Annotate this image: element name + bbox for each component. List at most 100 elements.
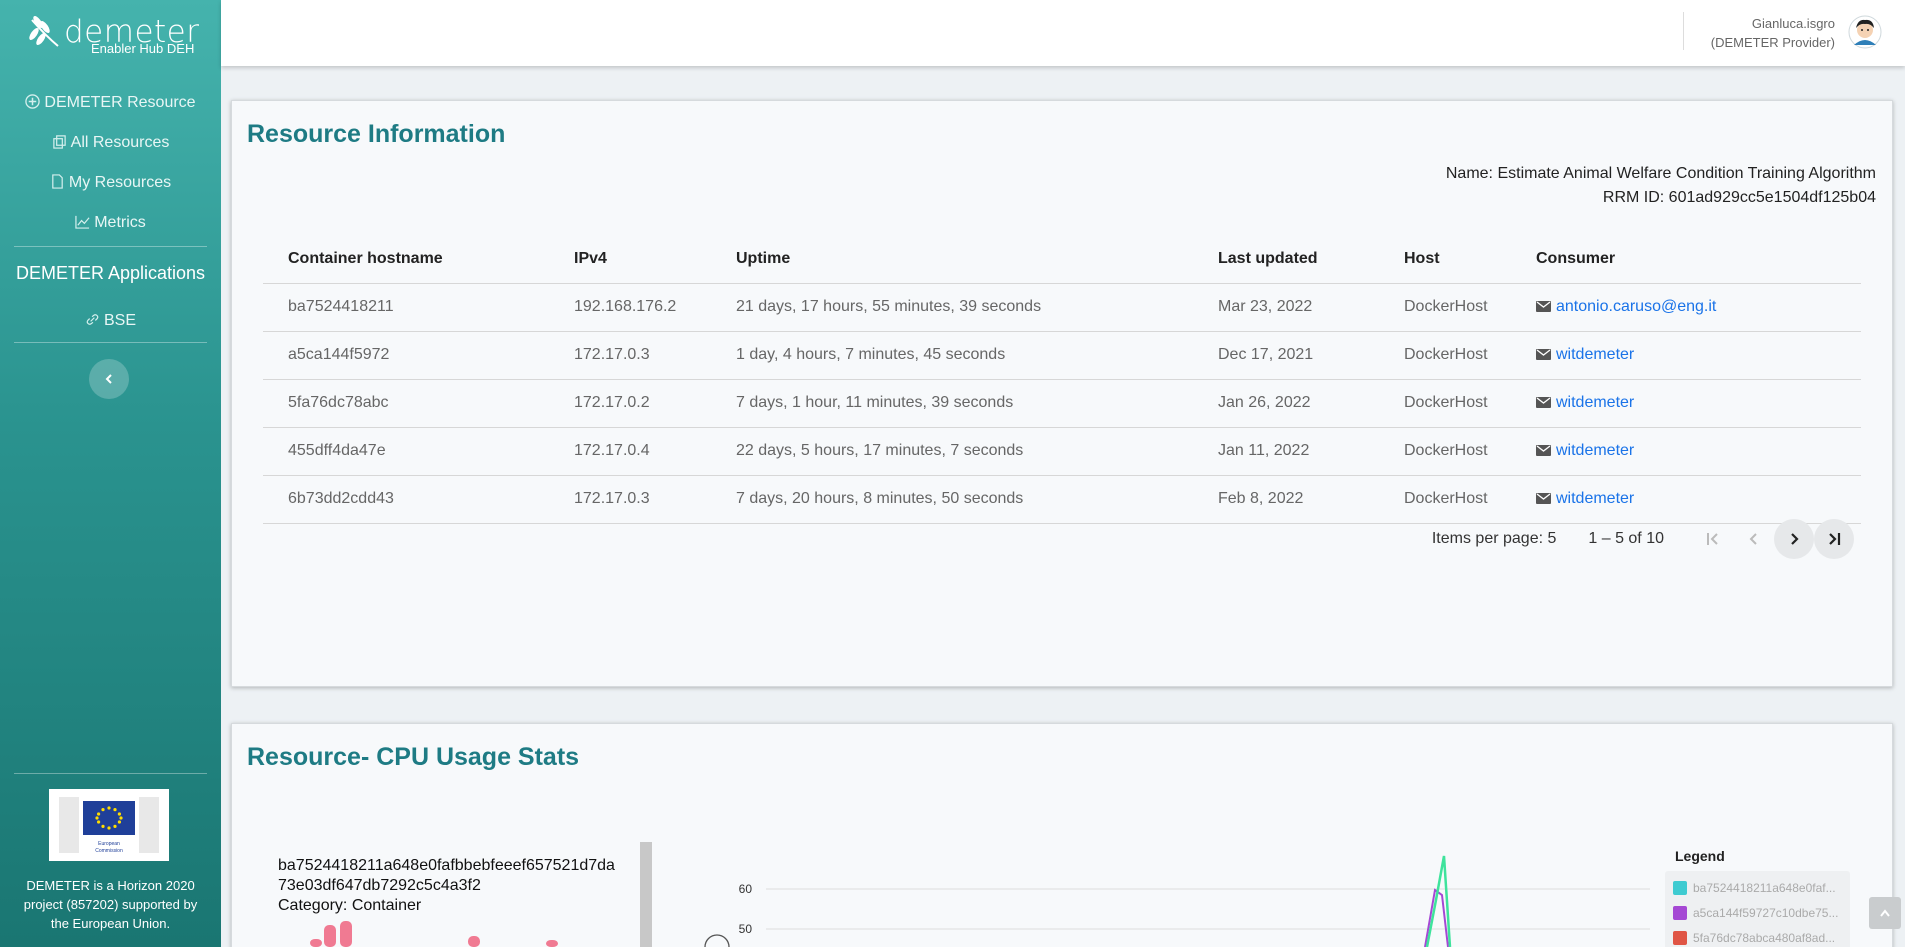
envelope-icon	[1536, 301, 1551, 312]
legend-swatch	[1673, 880, 1687, 895]
plus-circle-icon	[25, 94, 41, 109]
chart-scrollbar[interactable]	[640, 842, 652, 947]
cell-ipv4: 172.17.0.4	[549, 427, 711, 476]
chevron-left-icon	[1749, 533, 1757, 545]
mini-bar-chart	[468, 936, 558, 947]
consumer-link[interactable]: witdemeter	[1556, 346, 1634, 363]
resource-meta: Name: Estimate Animal Welfare Condition …	[1446, 162, 1876, 210]
legend-swatch	[1673, 905, 1687, 920]
brand-subtitle: Enabler Hub DEH	[91, 41, 195, 56]
cell-consumer: antonio.caruso@eng.it	[1511, 283, 1861, 332]
card-title: Resource Information	[247, 120, 506, 148]
containers-table: Container hostname IPv4 Uptime Last upda…	[263, 236, 1861, 524]
svg-text:Commission: Commission	[95, 848, 123, 854]
table-row: 5fa76dc78abc 172.17.0.2 7 days, 1 hour, 11…	[263, 379, 1861, 428]
copy-icon	[52, 135, 66, 149]
sidebar-item-metrics[interactable]: Metrics	[0, 214, 221, 232]
cell-consumer: witdemeter	[1511, 427, 1861, 476]
legend-item[interactable]: a5ca144f59727c10dbe75...	[1673, 900, 1842, 925]
column-header[interactable]: Consumer	[1511, 236, 1861, 284]
cell-host: DockerHost	[1379, 283, 1511, 332]
table-row: a5ca144f5972 172.17.0.3 1 day, 4 hours, 7 …	[263, 331, 1861, 380]
page-range: 1 – 5 of 10	[1588, 530, 1664, 547]
cell-ipv4: 172.17.0.3	[549, 475, 711, 524]
sidebar-item-bse[interactable]: BSE	[0, 312, 221, 330]
cell-last-updated: Jan 26, 2022	[1193, 379, 1379, 428]
column-header[interactable]: IPv4	[549, 236, 711, 284]
y-tick-label: 60	[739, 882, 753, 896]
chart-bar	[546, 940, 558, 947]
cell-uptime: 22 days, 5 hours, 17 minutes, 7 seconds	[711, 427, 1193, 476]
sidebar: demeter Enabler Hub DEH DEMETER Resource…	[0, 0, 221, 947]
paginator: Items per page: 5 1 – 5 of 10	[1432, 519, 1854, 559]
column-header[interactable]: Last updated	[1193, 236, 1379, 284]
cell-host: DockerHost	[1379, 475, 1511, 524]
scroll-to-top-button[interactable]	[1869, 897, 1901, 929]
table-header-row: Container hostname IPv4 Uptime Last upda…	[263, 236, 1861, 284]
cell-host: DockerHost	[1379, 331, 1511, 380]
legend-label: a5ca144f59727c10dbe75...	[1693, 905, 1839, 920]
chart-bar	[340, 921, 352, 947]
cell-last-updated: Mar 23, 2022	[1193, 283, 1379, 332]
table-row: 6b73dd2cdd43 172.17.0.3 7 days, 20 hours, …	[263, 475, 1861, 524]
chart-tooltip: ba7524418211a648e0fafbbebfeeef657521d7da…	[278, 856, 618, 916]
sidebar-item-all-resources[interactable]: All Resources	[0, 134, 221, 152]
envelope-icon	[1536, 349, 1551, 360]
table-row: 455dff4da47e 172.17.0.4 22 days, 5 hours, …	[263, 427, 1861, 476]
next-page-button[interactable]	[1774, 519, 1814, 559]
chart-legend: Legend ba7524418211a648e0faf... a5ca144f5…	[1665, 848, 1850, 947]
topbar-divider	[1683, 12, 1684, 50]
consumer-link[interactable]: witdemeter	[1556, 394, 1634, 411]
legend-title: Legend	[1675, 848, 1725, 864]
last-page-button[interactable]	[1814, 519, 1854, 559]
card-title: Resource- CPU Usage Stats	[247, 743, 580, 771]
consumer-link[interactable]: witdemeter	[1556, 442, 1634, 459]
envelope-icon	[1536, 493, 1551, 504]
sidebar-item-label: All Resources	[70, 134, 170, 151]
consumer-link[interactable]: witdemeter	[1556, 490, 1634, 507]
sidebar-divider	[14, 342, 207, 343]
chevron-right-icon	[1791, 533, 1799, 545]
sidebar-item-demeter-resource[interactable]: DEMETER Resource	[0, 94, 221, 112]
sidebar-section-demeter-applications[interactable]: DEMETER Applications	[0, 263, 221, 284]
cpu-line-chart: 60 50	[704, 855, 1650, 947]
column-header[interactable]: Host	[1379, 236, 1511, 284]
sidebar-divider	[14, 246, 207, 247]
cell-consumer: witdemeter	[1511, 331, 1861, 380]
user-role: (DEMETER Provider)	[1710, 35, 1835, 50]
legend-swatch	[1673, 930, 1687, 945]
collapse-sidebar-button[interactable]	[89, 359, 129, 399]
sidebar-item-label: Metrics	[94, 214, 146, 231]
tooltip-series-id: ba7524418211a648e0fafbbebfeeef657521d7da…	[278, 857, 615, 894]
legend-item[interactable]: 5fa76dc78abca480af8ad...	[1673, 925, 1842, 947]
sidebar-item-my-resources[interactable]: My Resources	[0, 174, 221, 192]
user-name: Gianluca.isgro	[1751, 16, 1835, 31]
consumer-link[interactable]: antonio.caruso@eng.it	[1556, 298, 1716, 315]
avatar[interactable]	[1848, 15, 1882, 49]
table-row: ba7524418211 192.168.176.2 21 days, 17 hou…	[263, 283, 1861, 332]
column-header[interactable]: Uptime	[711, 236, 1193, 284]
chart-bar	[324, 925, 336, 947]
items-per-page[interactable]: Items per page: 5	[1432, 530, 1557, 548]
wheat-leaf-icon	[29, 16, 59, 47]
last-page-icon	[1829, 533, 1841, 545]
tooltip-category: Category: Container	[278, 897, 422, 914]
column-header[interactable]: Container hostname	[263, 236, 549, 284]
link-icon	[86, 314, 99, 325]
top-bar: Gianluca.isgro (DEMETER Provider)	[221, 0, 1905, 66]
first-page-button[interactable]	[1694, 519, 1734, 559]
user-info[interactable]: Gianluca.isgro (DEMETER Provider)	[1711, 14, 1835, 52]
resource-rrm-id: RRM ID: 601ad929cc5e1504df125b04	[1602, 189, 1876, 206]
cell-consumer: witdemeter	[1511, 475, 1861, 524]
cell-hostname: a5ca144f5972	[263, 331, 549, 380]
cell-last-updated: Feb 8, 2022	[1193, 475, 1379, 524]
previous-page-button[interactable]	[1734, 519, 1774, 559]
envelope-icon	[1536, 397, 1551, 408]
cell-host: DockerHost	[1379, 379, 1511, 428]
mini-bar-chart	[310, 921, 352, 947]
cell-hostname: ba7524418211	[263, 283, 549, 332]
cell-host: DockerHost	[1379, 427, 1511, 476]
demeter-logo[interactable]: demeter Enabler Hub DEH	[28, 12, 199, 56]
cell-hostname: 5fa76dc78abc	[263, 379, 549, 428]
legend-item[interactable]: ba7524418211a648e0faf...	[1673, 875, 1842, 900]
